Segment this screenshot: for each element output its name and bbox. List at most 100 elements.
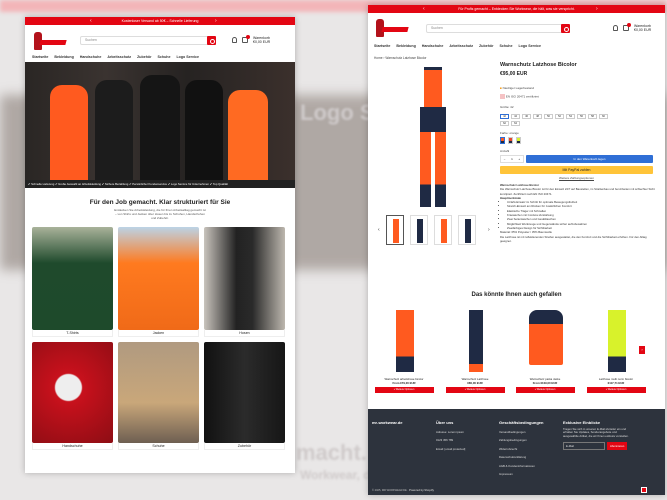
category-gloves[interactable]: Handschuhe <box>32 342 113 450</box>
size-option[interactable]: 42 <box>500 114 509 119</box>
nav-item[interactable]: Zubehör <box>479 44 493 48</box>
nav-item[interactable]: Schuhe <box>157 55 170 59</box>
nav-item[interactable]: Bekleidung <box>54 55 73 59</box>
paypal-button[interactable]: Mit PayPal zahlen <box>500 166 653 174</box>
product-description: Warnschutz Latzhose Bicolor Die Warnschut… <box>500 183 655 243</box>
thumbnail-gallery <box>386 215 476 245</box>
usp-strip: ✔ Schnelle Lieferung ✔ Große Auswahl an … <box>25 180 295 188</box>
account-icon[interactable] <box>232 37 237 43</box>
options-button[interactable]: + Weitere Optionen <box>445 387 505 393</box>
nav-item[interactable]: Bekleidung <box>396 44 415 48</box>
cart-total: €0,00 EUR <box>253 40 271 44</box>
search-input[interactable]: Suchen <box>426 24 570 33</box>
search-icon[interactable] <box>561 24 570 33</box>
subscribe-button[interactable]: Abonnieren <box>607 442 628 451</box>
cart-icon[interactable] <box>623 23 631 31</box>
size-option[interactable]: 52 <box>555 114 564 119</box>
announcement-text: Kostenloser Versand ab 50€ – Schnelle Li… <box>121 19 199 23</box>
quantity-stepper[interactable]: −1 + <box>500 155 524 163</box>
options-button[interactable]: + Weitere Optionen <box>515 387 575 393</box>
email-input[interactable]: E-Mail <box>563 442 605 451</box>
gallery-prev-icon[interactable]: ‹ <box>378 227 380 233</box>
gallery-next-icon[interactable]: › <box>488 227 490 233</box>
size-option[interactable]: 58 <box>588 114 597 119</box>
main-nav: Startseite Bekleidung Handschuhe Arbeits… <box>32 55 199 59</box>
size-option[interactable]: 48 <box>533 114 542 119</box>
category-shoes[interactable]: Schuhe <box>118 342 199 450</box>
nav-item[interactable]: Arbeitsschutz <box>107 55 131 59</box>
carousel-next-icon[interactable]: › <box>639 346 645 354</box>
size-option[interactable]: 44 <box>511 114 520 119</box>
breadcrumb[interactable]: Home › Warnschutz Latzhose Bicolor <box>374 56 427 60</box>
footer-link[interactable]: AGB & Kundeninformationen <box>499 462 543 470</box>
footer-link[interactable]: Impressum <box>499 470 543 478</box>
cart-total: €0,00 EUR <box>634 28 652 32</box>
options-button[interactable]: + Weitere Optionen <box>374 387 434 393</box>
copyright: © 2025, MR WORKWEAR.DE · Powered by Shop… <box>372 489 434 492</box>
nav-item[interactable]: Arbeitsschutz <box>449 44 473 48</box>
color-swatch-red[interactable] <box>508 137 513 144</box>
recommendations-title: Das könnte Ihnen auch gefallen <box>471 292 562 298</box>
size-option[interactable]: 46 <box>522 114 531 119</box>
logo[interactable] <box>374 19 409 37</box>
cart-icon[interactable] <box>242 35 250 43</box>
category-jackets[interactable]: Jacken <box>118 227 199 337</box>
footer-link[interactable]: Zahlungsbedingungen <box>499 436 543 444</box>
stock-status: ■ Niedriger Lagerbestand <box>500 86 535 90</box>
product-card[interactable]: Latzhose multi norm bicolor €117,71 EUR + … <box>586 305 646 393</box>
section-subtitle: Entdecken Sie Arbeitskleidung, die für I… <box>114 208 206 220</box>
next-arrow-icon[interactable]: › <box>215 17 217 25</box>
category-tshirts[interactable]: T-Shirts <box>32 227 113 337</box>
category-trousers[interactable]: Hosen <box>204 227 285 337</box>
footer-link[interactable]: Datenschutzerklärung <box>499 453 543 461</box>
prev-arrow-icon[interactable]: ‹ <box>423 5 425 13</box>
scroll-top-icon[interactable] <box>641 487 647 493</box>
hero-image <box>25 62 295 180</box>
nav-item[interactable]: Handschuhe <box>80 55 102 59</box>
search-icon[interactable] <box>207 36 216 45</box>
main-nav: Startseite Bekleidung Handschuhe Arbeits… <box>374 44 541 48</box>
nav-item[interactable]: Logo Service <box>176 55 199 59</box>
size-option[interactable]: 54 <box>566 114 575 119</box>
thumbnail[interactable] <box>410 215 428 245</box>
product-page-screenshot: ‹ Für Profis gemacht – Entdecken Sie Wor… <box>368 5 665 495</box>
nav-item[interactable]: Schuhe <box>499 44 512 48</box>
product-card[interactable]: Warnschutz parka Jacke From €109,00 EUR + … <box>515 305 575 393</box>
footer-brand: mr-workwear.de <box>372 420 403 425</box>
options-button[interactable]: + Weitere Optionen <box>586 387 646 393</box>
color-swatch-yellow[interactable] <box>516 137 521 144</box>
size-option[interactable]: 60 <box>599 114 608 119</box>
color-swatch-orange[interactable] <box>500 137 505 144</box>
search-input[interactable]: Suchen <box>80 36 216 45</box>
thumbnail[interactable] <box>458 215 476 245</box>
next-arrow-icon[interactable]: › <box>596 5 598 13</box>
prev-arrow-icon[interactable]: ‹ <box>90 17 92 25</box>
size-option[interactable]: 50 <box>544 114 553 119</box>
add-to-cart-button[interactable]: In den Warenkorb legen <box>526 155 653 163</box>
product-main-image <box>418 67 448 207</box>
announcement-bar: ‹ Kostenloser Versand ab 50€ – Schnelle … <box>25 17 295 25</box>
announcement-bar: ‹ Für Profis gemacht – Entdecken Sie Wor… <box>368 5 665 13</box>
thumbnail[interactable] <box>434 215 452 245</box>
size-option[interactable]: 64 <box>511 121 520 126</box>
thumbnail[interactable] <box>386 215 404 245</box>
size-option[interactable]: 62 <box>500 121 509 126</box>
homepage-screenshot: ‹ Kostenloser Versand ab 50€ – Schnelle … <box>25 17 295 473</box>
product-card[interactable]: Warnschutz Latzhose €80,00 EUR + Weitere O… <box>445 305 505 393</box>
product-card[interactable]: Warnschutz arbeitshose bicolor From €79,0… <box>374 305 434 393</box>
account-icon[interactable] <box>613 25 618 31</box>
category-accessories[interactable]: Zubehör <box>204 342 285 450</box>
nav-item[interactable]: Handschuhe <box>422 44 444 48</box>
nav-item[interactable]: Startseite <box>374 44 390 48</box>
nav-item[interactable]: Startseite <box>32 55 48 59</box>
more-payment-link[interactable]: Weitere Zahlungsoptionen <box>500 176 653 180</box>
size-option[interactable]: 56 <box>577 114 586 119</box>
nav-item[interactable]: Zubehör <box>137 55 151 59</box>
color-label: Farbe: orange <box>500 131 519 135</box>
logo[interactable] <box>32 32 67 50</box>
nav-item[interactable]: Logo Service <box>518 44 541 48</box>
size-label: Größe: 42 <box>500 105 514 109</box>
footer-link[interactable]: Versandbedingungen <box>499 428 543 436</box>
section-title: Für den Job gemacht. Klar strukturiert f… <box>89 199 231 206</box>
footer-link[interactable]: Widerrufsrecht <box>499 445 543 453</box>
